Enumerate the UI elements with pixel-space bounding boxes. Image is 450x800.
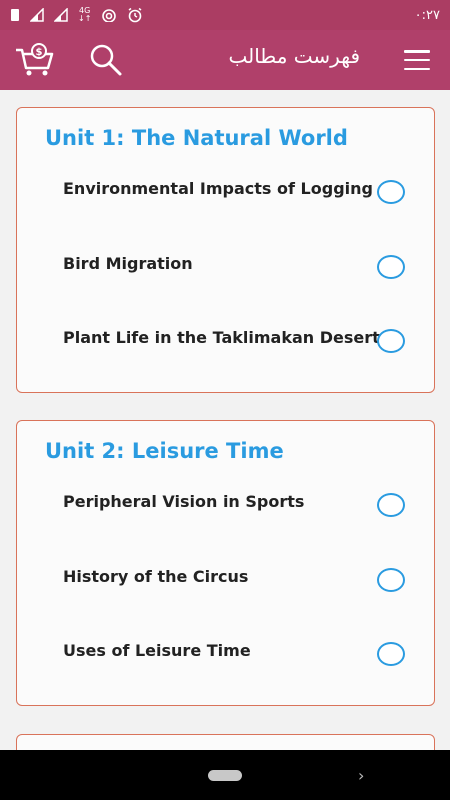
lesson-radio[interactable] — [377, 642, 405, 666]
status-time: ۰:۲۷ — [414, 7, 440, 23]
chevron-right-icon[interactable]: › — [358, 766, 364, 785]
menu-icon-bar — [404, 50, 430, 53]
lesson-radio[interactable] — [377, 329, 405, 353]
lesson-radio[interactable] — [377, 568, 405, 592]
lesson-radio[interactable] — [377, 180, 405, 204]
status-bar: 4G ↓↑ ۰:۲۷ — [0, 0, 450, 30]
unit-card: Unit 1: The Natural World Environmental … — [16, 107, 435, 393]
lesson-item[interactable]: Environmental Impacts of Logging — [63, 178, 393, 200]
alarm-icon — [127, 7, 143, 23]
menu-icon-bar — [404, 67, 430, 70]
page-title: فهرست مطالب — [228, 44, 360, 68]
unit-card: Unit 2: Leisure Time Peripheral Vision i… — [16, 420, 435, 706]
unit-title: Unit 1: The Natural World — [45, 126, 348, 150]
lesson-radio[interactable] — [377, 255, 405, 279]
lesson-item[interactable]: Bird Migration — [63, 253, 393, 275]
wifi-icon — [101, 7, 117, 23]
lesson-radio[interactable] — [377, 493, 405, 517]
system-nav-bar: › — [0, 750, 450, 800]
status-icons: 4G ↓↑ — [10, 7, 143, 23]
signal-icon — [54, 7, 68, 23]
svg-text:$: $ — [36, 47, 43, 58]
table-of-contents: Unit 1: The Natural World Environmental … — [0, 90, 450, 750]
search-button[interactable] — [86, 42, 126, 78]
lesson-item[interactable]: Plant Life in the Taklimakan Desert — [63, 327, 393, 349]
signal-icon — [30, 7, 44, 23]
home-pill[interactable] — [208, 770, 242, 781]
unit-title: Unit 2: Leisure Time — [45, 439, 284, 463]
cart-icon: $ — [16, 43, 54, 76]
search-icon — [90, 44, 122, 76]
sim-icon — [10, 7, 20, 23]
menu-icon-bar — [404, 58, 430, 62]
cart-button[interactable]: $ — [14, 42, 56, 78]
unit-card — [16, 734, 435, 750]
lesson-item[interactable]: Uses of Leisure Time — [63, 640, 393, 662]
lesson-item[interactable]: History of the Circus — [63, 566, 393, 588]
menu-button[interactable] — [404, 50, 430, 70]
data-arrows-icon: 4G ↓↑ — [78, 6, 92, 23]
app-bar: $ فهرست مطالب — [0, 30, 450, 90]
lesson-item[interactable]: Peripheral Vision in Sports — [63, 491, 393, 513]
